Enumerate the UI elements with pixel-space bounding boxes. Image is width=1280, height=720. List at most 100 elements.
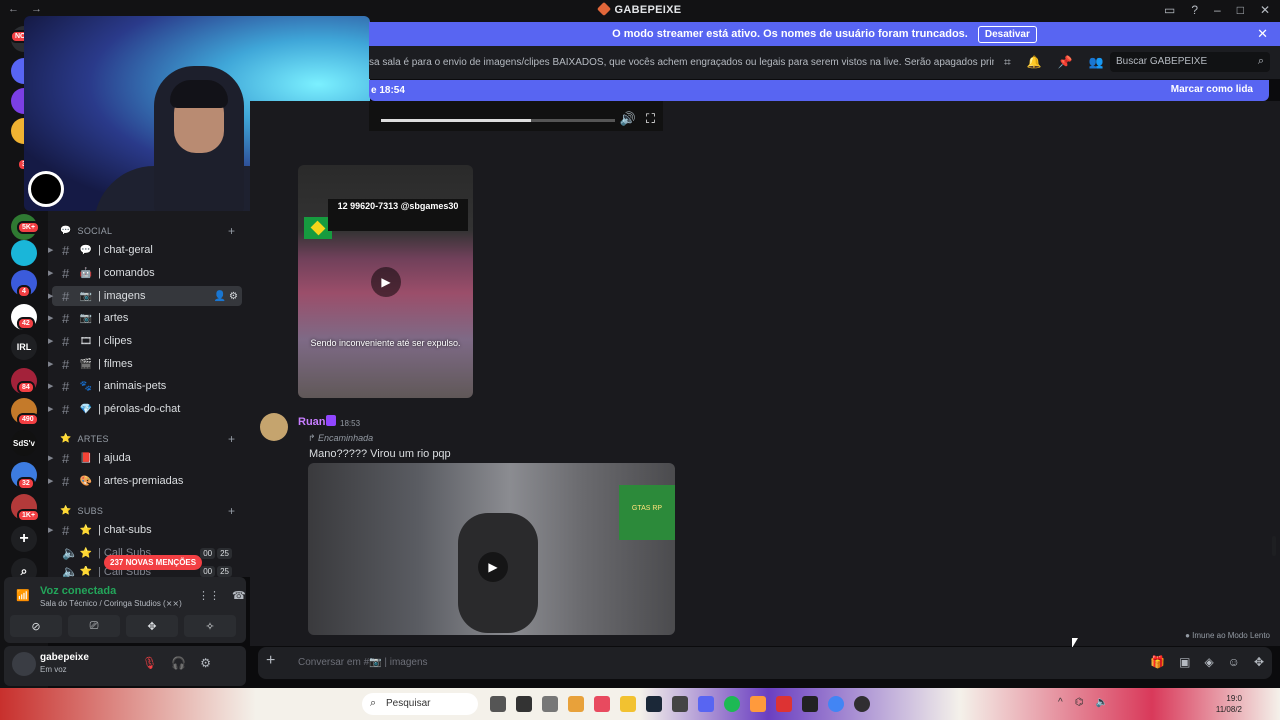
channel-emoji: 🎞 <box>79 335 93 347</box>
voice-counts: 00 25 <box>200 566 232 577</box>
video-attachment-room[interactable]: GTAS RP ▶ <box>308 463 675 635</box>
message-composer[interactable]: + Conversar em #📷 | imagens 🎁 ▣ ◈ ☺ ✥ <box>258 647 1272 679</box>
scrollbar[interactable] <box>1272 536 1276 556</box>
add-channel-icon[interactable]: + <box>228 504 235 518</box>
deafen-icon[interactable]: 🎧 <box>171 656 186 670</box>
close-window-button[interactable]: ✕ <box>1260 3 1270 17</box>
channel-settings-icons[interactable]: 👤 ⚙ <box>214 291 238 302</box>
voice-connected-panel: 📶 Voz conectada Sala do Técnico / Coring… <box>4 577 246 643</box>
file-explorer-icon[interactable] <box>620 696 636 712</box>
app-icon[interactable] <box>516 696 532 712</box>
video-player[interactable]: 🔊 ⛶ <box>369 101 663 131</box>
add-channel-icon[interactable]: + <box>228 432 235 446</box>
channel-name: | pérolas-do-chat <box>98 403 181 415</box>
app-icon[interactable] <box>594 696 610 712</box>
member-list-icon[interactable]: 👥 <box>1089 55 1104 70</box>
inbox-icon[interactable]: ▭ <box>1164 3 1175 17</box>
channel-chat-geral[interactable]: ▶ # 💬 | chat-geral <box>48 240 242 260</box>
threads-icon[interactable]: ⌗ <box>1004 55 1011 70</box>
voice-action-row: ⊘ ⎚ ✥ ✧ <box>10 615 236 637</box>
spotify-icon[interactable] <box>724 696 740 712</box>
emoji-icon[interactable]: ☺ <box>1228 655 1240 669</box>
help-icon[interactable]: ? <box>1191 3 1198 17</box>
channel-name: | filmes <box>98 358 133 370</box>
camera-off-icon[interactable]: ⊘ <box>10 615 62 637</box>
steam-icon[interactable] <box>646 696 662 712</box>
new-messages-bar[interactable]: e 18:54 Marcar como lida <box>369 80 1269 101</box>
mute-icon[interactable]: 🎙 <box>142 656 157 670</box>
soundboard-icon[interactable]: ✧ <box>184 615 236 637</box>
notification-bell-icon[interactable]: 🔔 <box>1027 55 1042 70</box>
server-icon-6[interactable] <box>11 240 37 266</box>
add-server-icon[interactable]: + <box>11 526 37 552</box>
minimize-button[interactable]: – <box>1214 3 1221 17</box>
app-icon[interactable] <box>802 696 818 712</box>
app-icon[interactable] <box>776 696 792 712</box>
channel-imagens[interactable]: ▶ # 📷 | imagens 👤 ⚙ <box>48 286 242 306</box>
voice-status[interactable]: Voz conectada <box>40 585 116 597</box>
search-icon: ⌕ <box>1257 55 1264 67</box>
volume-icon[interactable]: 🔊 <box>620 111 636 127</box>
apps-icon[interactable]: ✥ <box>1254 655 1264 669</box>
avatar[interactable] <box>12 652 36 676</box>
hashtag-icon: # <box>62 522 70 538</box>
server-icon-sdsv[interactable]: SdS'v <box>11 430 37 456</box>
category-social[interactable]: 💬 SOCIAL + <box>60 224 235 238</box>
avatar[interactable] <box>260 413 288 441</box>
server-icon-irl[interactable]: IRL <box>11 334 37 360</box>
chrome-icon[interactable] <box>828 696 844 712</box>
video-progress[interactable] <box>381 119 615 122</box>
gear-icon[interactable]: ⚙ <box>200 656 211 670</box>
sticker-icon[interactable]: ◈ <box>1204 655 1213 669</box>
add-channel-icon[interactable]: + <box>228 224 235 238</box>
channel-animais-pets[interactable]: ▶ # 🐾 | animais-pets <box>48 376 242 396</box>
channel-chat-subs[interactable]: ▶ # ⭐ | chat-subs <box>48 520 242 540</box>
taskbar-search[interactable]: ⌕ Pesquisar <box>362 693 478 715</box>
channel-artes[interactable]: ▶ # 📷 | artes <box>48 308 242 328</box>
gif-icon[interactable]: ▣ <box>1179 655 1190 669</box>
message-author[interactable]: Ruan <box>298 416 326 428</box>
fullscreen-icon[interactable]: ⛶ <box>646 111 655 127</box>
disable-streamer-button[interactable]: Desativar <box>977 25 1037 43</box>
discord-icon[interactable] <box>698 696 714 712</box>
screen-share-icon[interactable]: ⎚ <box>68 615 120 637</box>
app-icon[interactable] <box>568 696 584 712</box>
attach-plus-icon[interactable]: + <box>266 652 275 670</box>
app-icon[interactable] <box>490 696 506 712</box>
noise-suppression-icon[interactable]: ⋮⋮ <box>198 589 220 602</box>
mark-as-read-button[interactable]: Marcar como lida <box>1171 84 1253 95</box>
channel-perolas-do-chat[interactable]: ▶ # 💎 | pérolas-do-chat <box>48 399 242 419</box>
channel-artes-premiadas[interactable]: ▶ # 🎨 | artes-premiadas <box>48 471 242 491</box>
username[interactable]: gabepeixe <box>40 652 89 663</box>
channel-comandos[interactable]: ▶ # 🤖 | comandos <box>48 263 242 283</box>
obs-icon[interactable] <box>854 696 870 712</box>
activities-icon[interactable]: ✥ <box>126 615 178 637</box>
app-icon[interactable] <box>672 696 688 712</box>
play-icon[interactable]: ▶ <box>371 267 401 297</box>
channel-ajuda[interactable]: ▶ # 📕 | ajuda <box>48 448 242 468</box>
play-icon[interactable]: ▶ <box>478 552 508 582</box>
app-icon[interactable] <box>750 696 766 712</box>
video-attachment-store[interactable]: 12 99620-7313 @sbgames30 ▶ Sendo inconve… <box>298 165 473 398</box>
close-banner-icon[interactable]: ✕ <box>1257 26 1268 42</box>
pin-icon[interactable]: 📌 <box>1058 55 1073 70</box>
hashtag-icon: # <box>62 401 70 417</box>
channel-topic[interactable]: sa sala é para o envio de imagens/clipes… <box>369 57 994 68</box>
search-input[interactable]: Buscar GABEPEIXE ⌕ <box>1110 52 1270 72</box>
volume-icon[interactable]: 🔈 <box>1095 697 1107 708</box>
taskbar-clock[interactable]: 19:0 11/08/2 <box>1216 693 1242 715</box>
disconnect-icon[interactable]: ☎ <box>232 589 246 602</box>
maximize-button[interactable]: □ <box>1237 3 1244 17</box>
category-artes[interactable]: ⭐ ARTES + <box>60 432 235 446</box>
channel-filmes[interactable]: ▶ # 🎬 | filmes <box>48 354 242 374</box>
video-controls: 🔊 ⛶ <box>620 111 655 127</box>
app-icon[interactable] <box>542 696 558 712</box>
chat-bubble-icon: 💬 <box>60 225 72 235</box>
gift-icon[interactable]: 🎁 <box>1150 655 1165 669</box>
voice-room[interactable]: Sala do Técnico / Coringa Studios (⨯⨯) <box>40 599 182 608</box>
channel-clipes[interactable]: ▶ # 🎞 | clipes <box>48 331 242 351</box>
chevron-up-icon[interactable]: ^ <box>1058 697 1063 708</box>
network-icon[interactable]: ⌬ <box>1075 697 1084 708</box>
new-mentions-pill[interactable]: 237 NOVAS MENÇÕES <box>104 555 203 570</box>
category-subs[interactable]: ⭐ SUBS + <box>60 504 235 518</box>
